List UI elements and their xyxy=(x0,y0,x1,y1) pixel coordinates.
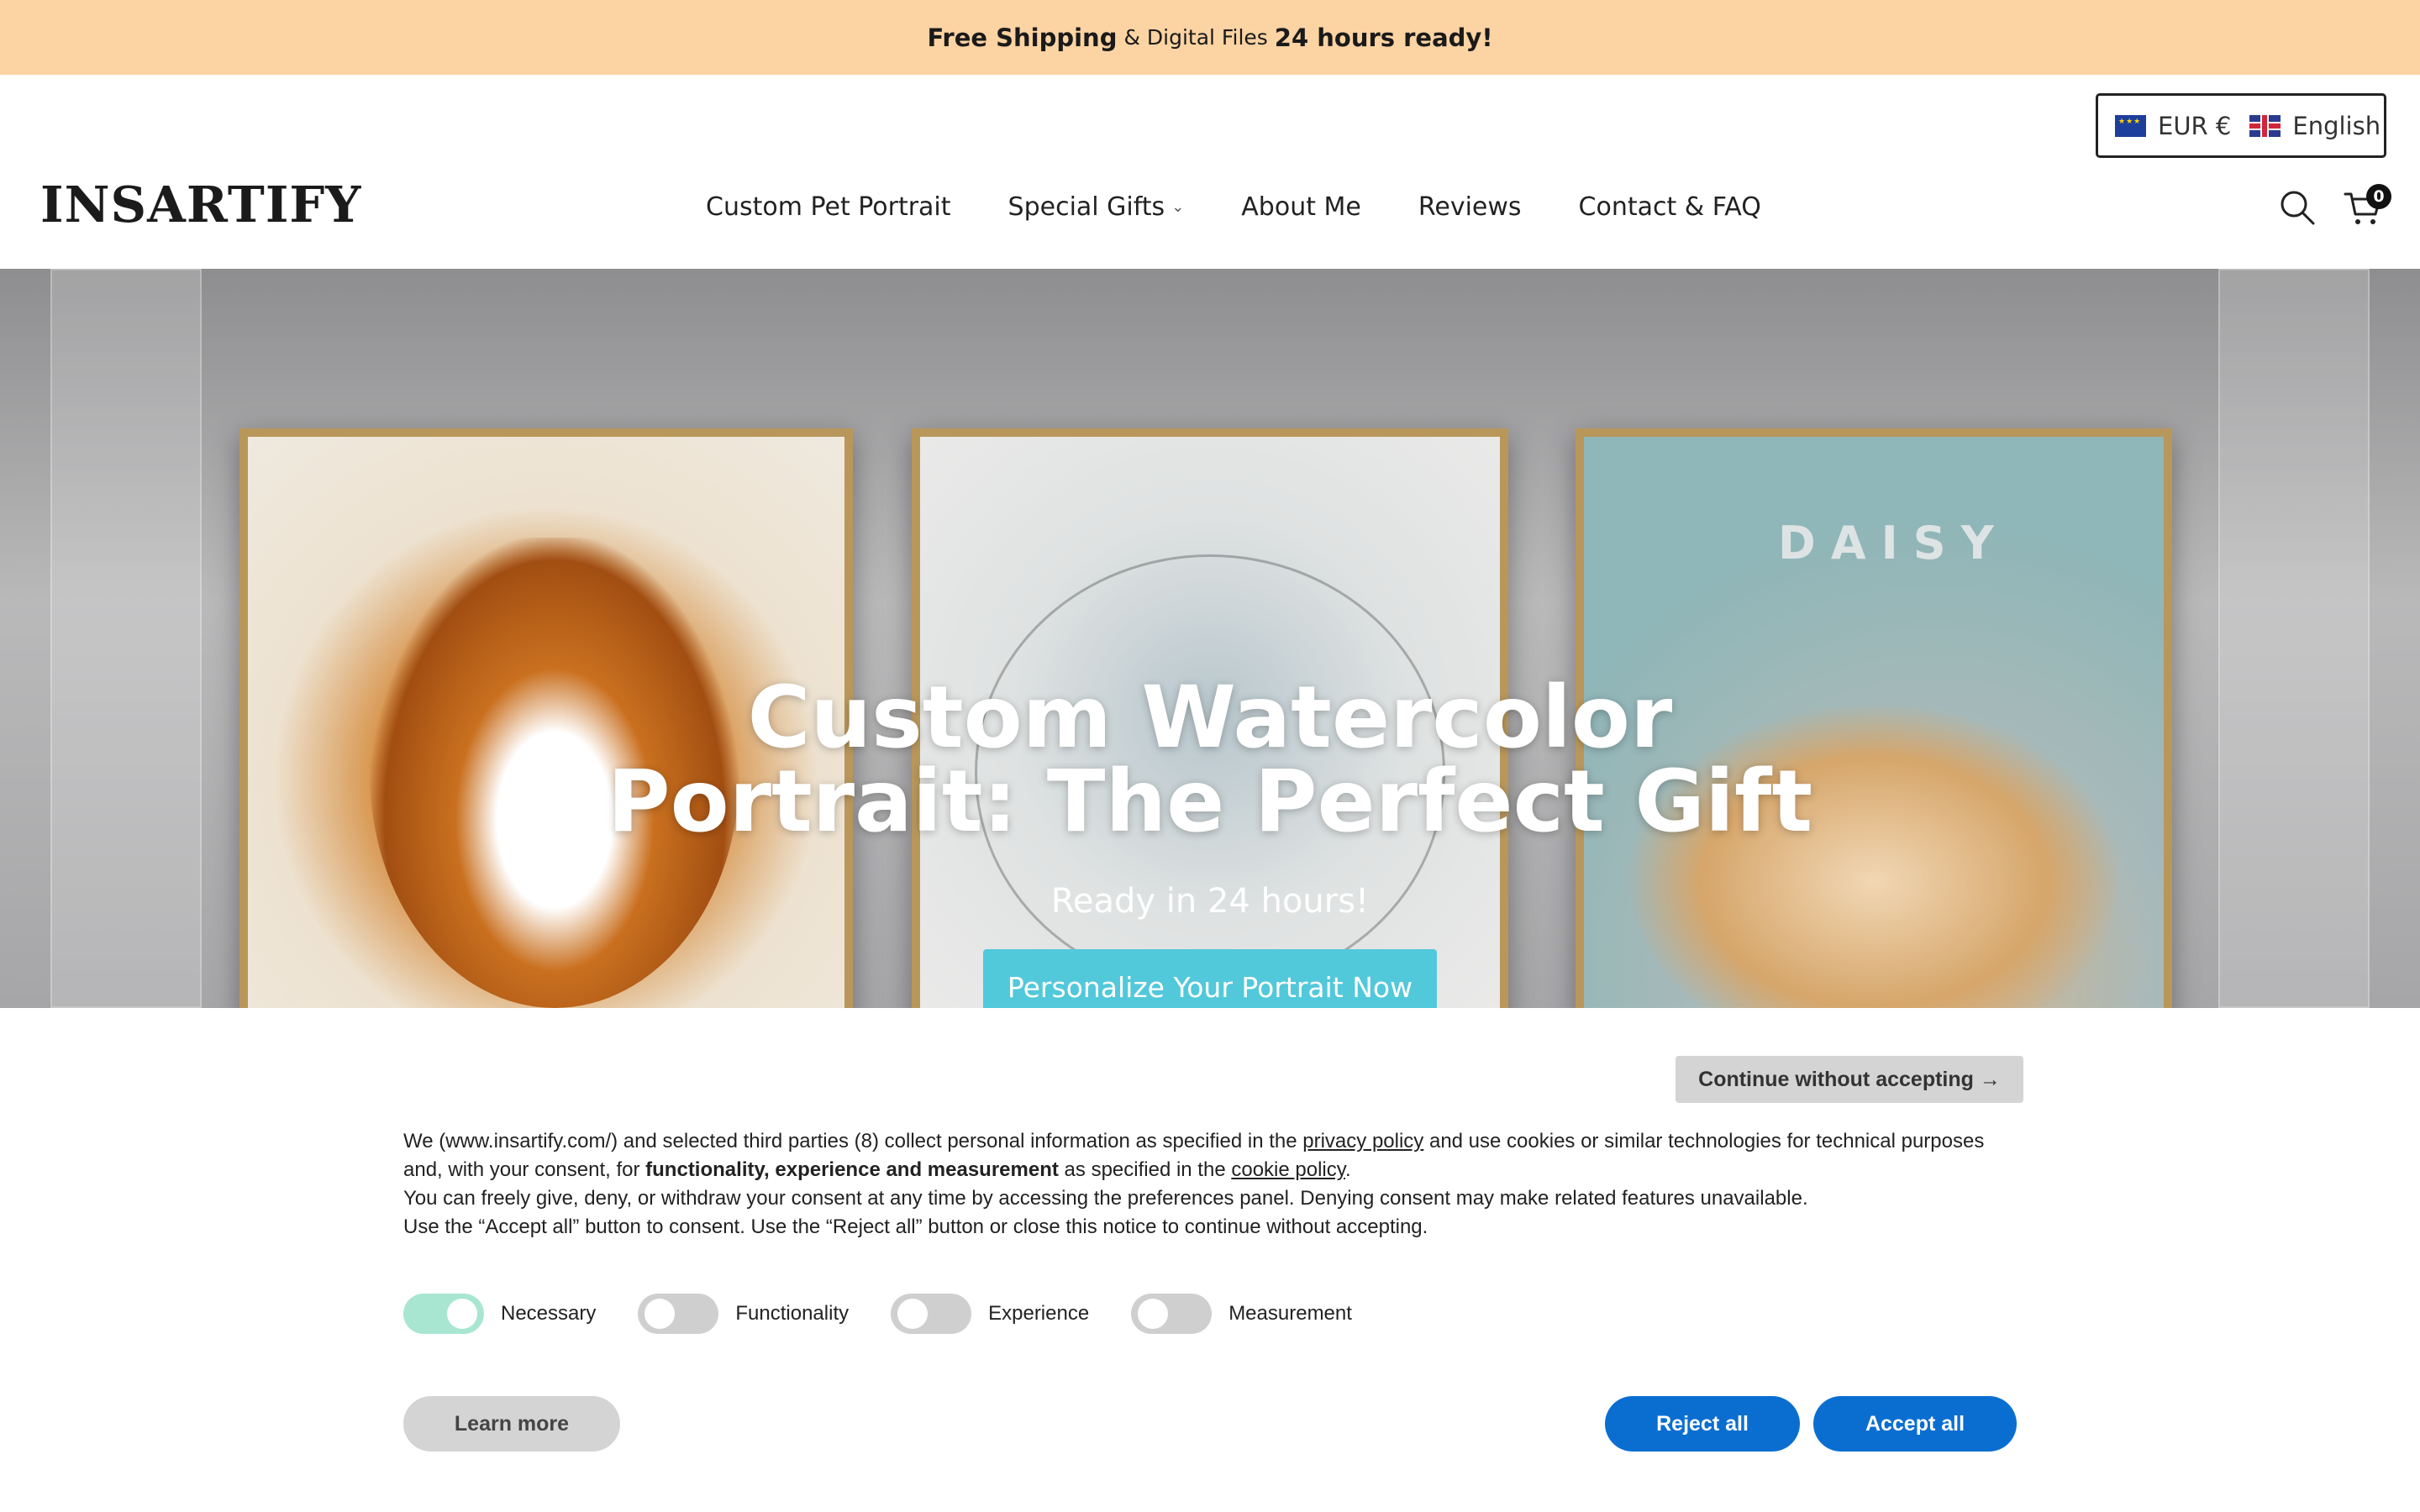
hero-subtitle: Ready in 24 hours! xyxy=(1050,882,1370,921)
cookie-notice-text: We (www.insartify.com/) and selected thi… xyxy=(403,1127,2025,1242)
eu-flag-icon xyxy=(2115,114,2146,137)
toggle-label: Functionality xyxy=(735,1302,850,1325)
toggle-label: Experience xyxy=(988,1302,1090,1325)
cart-count-badge: 0 xyxy=(2366,184,2391,209)
currency-label: EUR € xyxy=(2158,111,2232,140)
personalize-portrait-button[interactable]: Personalize Your Portrait Now xyxy=(983,949,1437,1008)
measurement-switch[interactable] xyxy=(1131,1294,1213,1334)
nav-label: Custom Pet Portrait xyxy=(706,192,951,222)
experience-switch[interactable] xyxy=(891,1294,972,1334)
cookie-text-bold: functionality, experience and measuremen… xyxy=(645,1158,1059,1181)
language-label: English xyxy=(2292,111,2381,140)
announcement-ready: 24 hours ready! xyxy=(1274,23,1493,52)
nav-special-gifts[interactable]: Special Gifts ⌄ xyxy=(1008,192,1185,222)
toggle-label: Necessary xyxy=(501,1302,597,1325)
consent-toggles: Necessary Functionality Experience Measu… xyxy=(403,1294,1394,1334)
locale-selector[interactable]: EUR € English xyxy=(2096,93,2386,158)
announcement-free-shipping: Free Shipping xyxy=(927,23,1118,52)
toggle-necessary: Necessary xyxy=(403,1294,596,1334)
frame-name-text: DAISY xyxy=(1778,517,2009,570)
search-icon[interactable] xyxy=(2279,189,2316,226)
cookie-text-part: as specified in the xyxy=(1064,1158,1226,1181)
toggle-functionality: Functionality xyxy=(638,1294,849,1334)
hero-title: Custom Watercolor Portrait: The Perfect … xyxy=(0,668,2420,852)
nav-custom-pet-portrait[interactable]: Custom Pet Portrait xyxy=(706,192,951,222)
toggle-experience: Experience xyxy=(891,1294,1089,1334)
cookie-text-part: We (www.insartify.com/) and selected thi… xyxy=(403,1130,1297,1152)
nav-label: Contact & FAQ xyxy=(1578,192,1761,222)
accept-all-button[interactable]: Accept all xyxy=(1813,1396,2017,1452)
hero-title-line1: Custom Watercolor xyxy=(747,668,1673,768)
nav-label: About Me xyxy=(1241,192,1361,222)
announcement-bar: Free Shipping & Digital Files 24 hours r… xyxy=(0,0,2420,75)
site-logo[interactable]: INSARTIFY xyxy=(40,176,361,234)
cookie-policy-link[interactable]: cookie policy xyxy=(1231,1158,1345,1181)
continue-without-accepting-button[interactable]: Continue without accepting → xyxy=(1676,1056,2023,1103)
functionality-switch[interactable] xyxy=(638,1294,719,1334)
announcement-digital-files: & Digital Files xyxy=(1123,25,1268,50)
privacy-policy-link[interactable]: privacy policy xyxy=(1302,1130,1423,1152)
uk-flag-icon xyxy=(2249,114,2281,137)
toggle-measurement: Measurement xyxy=(1131,1294,1352,1334)
site-header: EUR € English INSARTIFY Custom Pet Portr… xyxy=(0,75,2420,269)
necessary-switch[interactable] xyxy=(403,1294,484,1334)
main-nav: Custom Pet Portrait Special Gifts ⌄ About… xyxy=(706,192,1818,222)
cookie-banner: Continue without accepting → We (www.ins… xyxy=(0,1008,2420,1512)
nav-reviews[interactable]: Reviews xyxy=(1418,192,1522,222)
nav-label: Special Gifts xyxy=(1007,192,1165,222)
hero-banner: DAISY Custom Watercolor Portrait: The Pe… xyxy=(0,269,2420,1008)
chevron-down-icon: ⌄ xyxy=(1171,198,1185,216)
nav-label: Reviews xyxy=(1418,192,1522,222)
cookie-text-line3: Use the “Accept all” button to consent. … xyxy=(403,1215,1428,1238)
nav-contact-faq[interactable]: Contact & FAQ xyxy=(1579,192,1761,222)
learn-more-button[interactable]: Learn more xyxy=(403,1396,620,1452)
nav-about-me[interactable]: About Me xyxy=(1241,192,1361,222)
toggle-label: Measurement xyxy=(1228,1302,1352,1325)
cookie-text-line2: You can freely give, deny, or withdraw y… xyxy=(403,1187,1808,1210)
hero-title-line2: Portrait: The Perfect Gift xyxy=(607,752,1813,852)
cookie-text-part: . xyxy=(1344,1158,1351,1181)
reject-all-button[interactable]: Reject all xyxy=(1605,1396,1800,1452)
